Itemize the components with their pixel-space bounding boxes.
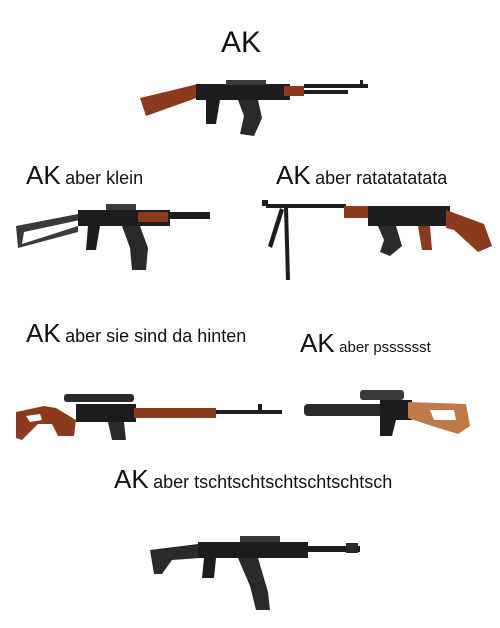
caption-aber-ratatatatata: AK aber ratatatatata <box>276 162 447 188</box>
caption-aber-sie-sind-da-hinten: AK aber sie sind da hinten <box>26 320 246 346</box>
caption-suffix: aber psssssst <box>339 339 431 356</box>
ak47-rifle-image <box>140 74 372 146</box>
vss-vintorez-suppressed-rifle-image <box>304 386 472 442</box>
caption-aber-klein: AK aber klein <box>26 162 143 188</box>
caption-aber-psssssst: AK aber psssssst <box>300 330 431 356</box>
caption-aber-tschtsch: AK aber tschtschtschtschtschtsch <box>114 466 392 492</box>
dragunov-svd-sniper-rifle-image <box>16 390 288 446</box>
caption-prefix: AK <box>26 160 61 190</box>
caption-prefix: AK <box>114 464 149 494</box>
aks74u-rifle-image <box>16 200 216 272</box>
caption-prefix: AK <box>26 318 61 348</box>
caption-suffix: aber tschtschtschtschtschtsch <box>153 472 393 492</box>
caption-prefix: AK <box>300 328 335 358</box>
meme-title: AK <box>221 26 262 59</box>
rpk-light-machine-gun-image <box>258 196 492 282</box>
caption-suffix: aber klein <box>65 168 144 188</box>
caption-suffix: aber sie sind da hinten <box>65 326 247 346</box>
saiga-12-shotgun-image <box>150 534 364 614</box>
caption-suffix: aber ratatatatata <box>315 168 448 188</box>
caption-prefix: AK <box>276 160 311 190</box>
